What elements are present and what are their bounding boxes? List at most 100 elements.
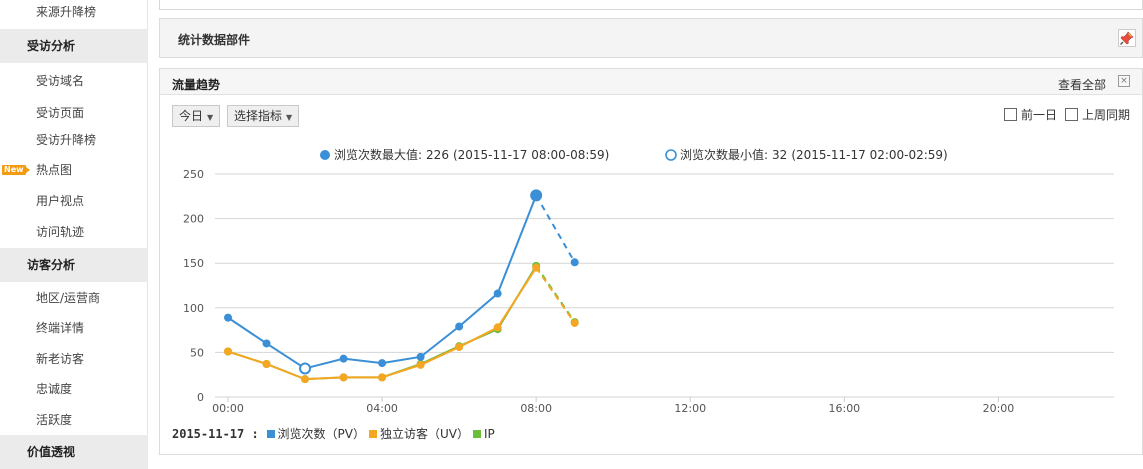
sidebar-item[interactable]: 终端详情 bbox=[0, 312, 148, 344]
sidebar-item-label: 访客分析 bbox=[27, 258, 76, 272]
legend-swatch bbox=[266, 430, 275, 438]
min-legend-dot bbox=[665, 149, 677, 161]
y-tick-label: 0 bbox=[197, 391, 204, 404]
previous-panel-fragment bbox=[159, 0, 1143, 10]
sidebar-item[interactable]: 受访域名 bbox=[0, 65, 148, 97]
sidebar-item-label: 受访页面 bbox=[36, 106, 85, 120]
sidebar-item[interactable]: 新老访客 bbox=[0, 343, 148, 375]
data-point bbox=[416, 352, 425, 361]
x-tick-label: 20:00 bbox=[983, 402, 1015, 415]
sidebar-item[interactable]: 受访升降榜 bbox=[0, 124, 148, 156]
traffic-line-chart: 0 50 100 150 200 250 00:00 04:00 08:00 12:00 16:00… bbox=[183, 147, 1114, 415]
sidebar-item-label: 热点图 bbox=[36, 163, 73, 177]
pin-icon[interactable] bbox=[1118, 29, 1136, 47]
new-badge: New bbox=[2, 165, 29, 175]
data-point bbox=[532, 263, 541, 272]
sidebar-item-label: 用户视点 bbox=[36, 194, 85, 208]
data-point bbox=[378, 373, 387, 382]
max-annotation-range: (2015-11-17 08:00-08:59) bbox=[453, 148, 609, 162]
sidebar-item-label: 受访域名 bbox=[36, 74, 85, 88]
day-select-label: 今日 bbox=[179, 109, 204, 123]
y-tick-label: 200 bbox=[183, 213, 204, 226]
max-annotation-label: 浏览次数最大值: bbox=[334, 147, 422, 162]
x-tick-label: 08:00 bbox=[520, 402, 552, 415]
x-tick-label: 00:00 bbox=[212, 402, 244, 415]
min-annotation-value: 32 bbox=[772, 148, 787, 162]
legend-item-label[interactable]: IP bbox=[484, 427, 495, 441]
compare-last-week-label: 上周同期 bbox=[1082, 108, 1131, 122]
chevron-down-icon: ▼ bbox=[286, 113, 293, 122]
view-all-link[interactable]: 查看全部 bbox=[1058, 76, 1106, 93]
sidebar-item[interactable]: 访问轨迹 bbox=[0, 216, 148, 248]
y-tick-label: 250 bbox=[183, 168, 204, 181]
checkbox[interactable] bbox=[1065, 108, 1078, 121]
data-point bbox=[416, 360, 425, 369]
metric-select-label: 选择指标 bbox=[234, 109, 283, 123]
sidebar-item-label: 访问轨迹 bbox=[36, 225, 85, 239]
metric-select[interactable]: 选择指标 ▼ bbox=[227, 105, 300, 127]
sidebar-item[interactable]: New 热点图 bbox=[0, 154, 148, 186]
stats-widget-bar: 统计数据部件 bbox=[159, 18, 1143, 58]
sidebar-item[interactable]: 地区/运营商 bbox=[0, 282, 148, 314]
data-point bbox=[224, 313, 232, 322]
legend-swatch bbox=[472, 430, 481, 438]
sidebar-section-header[interactable]: 访客分析 bbox=[0, 248, 148, 282]
sidebar-item-label: 终端详情 bbox=[36, 321, 85, 335]
x-tick-label: 04:00 bbox=[366, 402, 398, 415]
data-point bbox=[224, 347, 232, 356]
compare-last-week-toggle[interactable]: 上周同期 bbox=[1065, 107, 1130, 123]
sidebar-item-label: 价值透视 bbox=[27, 445, 76, 459]
sidebar-item-label: 地区/运营商 bbox=[36, 291, 101, 305]
series-line bbox=[227, 195, 538, 370]
sidebar-item[interactable]: 活跃度 bbox=[0, 404, 148, 436]
x-tick-label: 16:00 bbox=[828, 402, 860, 415]
sidebar-item[interactable]: 用户视点 bbox=[0, 185, 148, 217]
sidebar-item-label: 新老访客 bbox=[36, 352, 85, 366]
checkbox[interactable] bbox=[1004, 108, 1017, 121]
data-point bbox=[262, 339, 271, 348]
traffic-trend-panel: 流量趋势 查看全部 × 今日 ▼ 选择指标 ▼ 前一日 上周同期 0 50 100 150… bbox=[159, 68, 1143, 455]
y-tick-label: 100 bbox=[183, 302, 204, 315]
min-annotation: 浏览次数最小值: 32 (2015-11-17 02:00-02:59) bbox=[680, 147, 948, 162]
data-point bbox=[570, 258, 579, 267]
data-point bbox=[301, 375, 310, 384]
min-annotation-range: (2015-11-17 02:00-02:59) bbox=[791, 148, 947, 162]
chevron-down-icon: ▼ bbox=[207, 113, 214, 122]
max-annotation-value: 226 bbox=[426, 148, 449, 162]
sidebar: 来源升降榜受访分析受访域名受访页面受访升降榜 New 热点图用户视点访问轨迹访客分析… bbox=[0, 0, 148, 469]
sidebar-item-label: 忠诚度 bbox=[36, 382, 73, 396]
legend-item-label[interactable]: 独立访客（UV） bbox=[380, 427, 469, 441]
panel-title: 流量趋势 bbox=[172, 78, 221, 92]
compare-prev-day-label: 前一日 bbox=[1021, 108, 1058, 122]
chart-legend: 2015-11-17 : 浏览次数（PV） 独立访客（UV） IP bbox=[172, 426, 495, 442]
sidebar-section-header[interactable]: 受访分析 bbox=[0, 29, 148, 63]
x-tick-label: 12:00 bbox=[674, 402, 706, 415]
panel-header: 流量趋势 查看全部 × bbox=[160, 69, 1142, 95]
sidebar-item[interactable]: 来源升降榜 bbox=[0, 0, 148, 26]
max-point-marker bbox=[530, 189, 543, 202]
data-point bbox=[455, 343, 464, 352]
data-point bbox=[493, 289, 502, 298]
data-point bbox=[339, 354, 348, 363]
data-point bbox=[262, 359, 271, 368]
sidebar-item[interactable]: 忠诚度 bbox=[0, 373, 148, 405]
sidebar-item-label: 活跃度 bbox=[36, 413, 73, 427]
max-legend-dot bbox=[320, 150, 330, 160]
stats-widget-title: 统计数据部件 bbox=[178, 33, 251, 47]
sidebar-section-header[interactable]: 价值透视 bbox=[0, 435, 148, 469]
data-point bbox=[570, 318, 579, 327]
sidebar-item-label: 受访升降榜 bbox=[36, 133, 97, 147]
sidebar-item-label: 受访分析 bbox=[27, 39, 76, 53]
series-line-projected bbox=[535, 194, 576, 263]
min-point-marker bbox=[299, 362, 312, 375]
compare-prev-day-toggle[interactable]: 前一日 bbox=[1004, 107, 1057, 123]
legend-swatch bbox=[368, 430, 377, 438]
data-point bbox=[493, 323, 502, 332]
data-point bbox=[339, 373, 348, 382]
y-tick-label: 50 bbox=[190, 346, 204, 359]
data-point bbox=[378, 359, 387, 368]
day-select[interactable]: 今日 ▼ bbox=[172, 105, 221, 127]
close-icon[interactable]: × bbox=[1118, 75, 1130, 87]
y-tick-label: 150 bbox=[183, 257, 204, 270]
legend-item-label[interactable]: 浏览次数（PV） bbox=[278, 427, 365, 441]
